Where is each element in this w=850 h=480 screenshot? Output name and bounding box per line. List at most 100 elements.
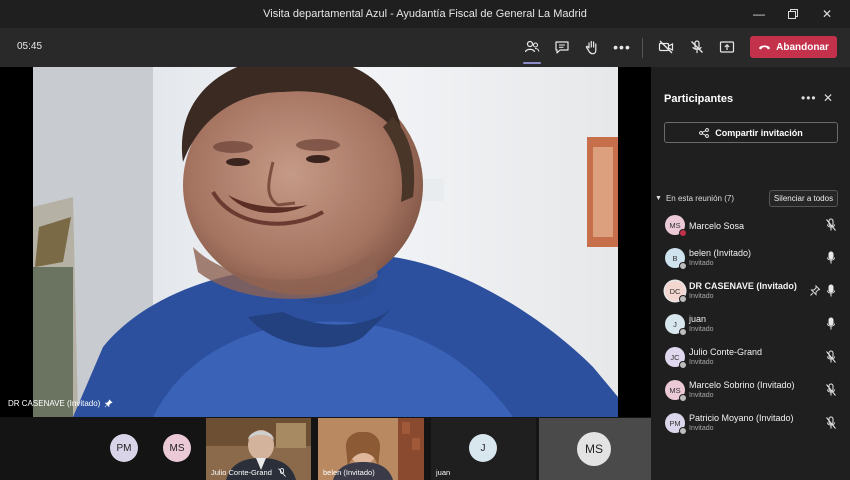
avatar: PM bbox=[665, 413, 687, 435]
mic-toggle-button[interactable] bbox=[684, 34, 710, 60]
avatar-initials: PM bbox=[669, 418, 681, 428]
participant-role: Invitado bbox=[689, 425, 714, 432]
speaker-name: DR CASENAVE (Invitado) bbox=[8, 399, 101, 408]
hand-icon bbox=[585, 40, 597, 55]
participant-name: Julio Conte-Grand bbox=[689, 347, 763, 357]
chat-icon bbox=[555, 41, 569, 54]
call-timer: 05:45 bbox=[17, 41, 43, 52]
participant-row[interactable]: Jjuan Invitado bbox=[651, 311, 850, 337]
tile-label: juan bbox=[436, 468, 451, 477]
participant-strip: PM MS Julio Conte-Grand belen (Invitado)… bbox=[0, 417, 651, 480]
more-actions-button[interactable]: ••• bbox=[609, 34, 635, 60]
video-tile-belen[interactable]: belen (Invitado) bbox=[318, 418, 424, 480]
camera-off-icon bbox=[658, 40, 674, 54]
more-icon: ••• bbox=[613, 39, 631, 55]
share-screen-button[interactable] bbox=[714, 34, 740, 60]
window-title: Visita departamental Azul - Ayudantía Fi… bbox=[263, 8, 587, 20]
mic-icon[interactable] bbox=[825, 317, 837, 331]
window-controls: — ✕ bbox=[742, 0, 844, 28]
panel-more-button[interactable]: ••• bbox=[801, 91, 817, 105]
pin-icon[interactable] bbox=[809, 284, 821, 298]
restore-button[interactable] bbox=[776, 0, 810, 28]
avatar: MS bbox=[665, 215, 687, 237]
tile-juan[interactable]: J juan bbox=[431, 418, 536, 480]
avatar-initials: JC bbox=[670, 352, 680, 362]
video-tile-julio[interactable]: Julio Conte-Grand bbox=[206, 418, 311, 480]
participant-row[interactable]: MS Marcelo Sobrino (Invitado) Invitado bbox=[651, 377, 850, 403]
avatar-initials: PM bbox=[116, 442, 132, 454]
participant-row[interactable]: MS Marcelo Sosa bbox=[651, 212, 850, 238]
raise-hand-button[interactable] bbox=[579, 34, 605, 60]
participant-name: belen (Invitado) bbox=[689, 248, 752, 258]
chat-button[interactable] bbox=[549, 34, 575, 60]
mic-off-icon[interactable] bbox=[825, 416, 837, 430]
avatar: J bbox=[469, 434, 497, 462]
participants-panel: Participantes ••• ✕ Compartir invitación… bbox=[651, 67, 850, 480]
share-invite-button[interactable]: Compartir invitación bbox=[664, 122, 838, 143]
avatar[interactable]: MS bbox=[163, 434, 191, 462]
presence-dot bbox=[679, 427, 687, 435]
minimize-button[interactable]: — bbox=[742, 0, 776, 28]
participant-row[interactable]: Bbelen (Invitado) Invitado bbox=[651, 245, 850, 271]
avatar-initials: MS bbox=[669, 385, 681, 395]
section-label: En esta reunión (7) bbox=[665, 194, 734, 203]
share-screen-icon bbox=[719, 41, 735, 53]
participant-name: Patricio Moyano (Invitado) bbox=[689, 413, 794, 423]
close-window-button[interactable]: ✕ bbox=[810, 0, 844, 28]
avatar-initials: MS bbox=[169, 442, 185, 454]
participant-name: Marcelo Sobrino (Invitado) bbox=[689, 380, 795, 390]
participant-role: Invitado bbox=[689, 359, 714, 366]
title-bar: Visita departamental Azul - Ayudantía Fi… bbox=[0, 0, 850, 28]
avatar[interactable]: PM bbox=[110, 434, 138, 462]
participant-role: Invitado bbox=[689, 293, 714, 300]
participant-row[interactable]: DC DR CASENAVE (Invitado) Invitado bbox=[651, 278, 850, 304]
speaker-video-frame bbox=[33, 67, 618, 417]
mic-icon[interactable] bbox=[825, 284, 837, 298]
speaker-name-tag: DR CASENAVE (Invitado) bbox=[8, 399, 113, 408]
panel-close-button[interactable]: ✕ bbox=[823, 91, 833, 105]
mic-off-icon[interactable] bbox=[825, 350, 837, 364]
participant-row[interactable]: JC Julio Conte-Grand Invitado bbox=[651, 344, 850, 370]
presence-dot bbox=[679, 229, 687, 237]
mic-off-icon bbox=[691, 40, 703, 53]
camera-toggle-button[interactable] bbox=[653, 34, 679, 60]
toolbar-divider bbox=[642, 38, 643, 58]
participant-name: Marcelo Sosa bbox=[689, 221, 745, 231]
avatar: J bbox=[665, 314, 687, 336]
avatar: B bbox=[665, 248, 687, 270]
tile-label: Julio Conte-Grand bbox=[211, 468, 272, 477]
hang-up-icon bbox=[759, 45, 771, 50]
mic-off-icon[interactable] bbox=[825, 383, 837, 397]
participant-role: Invitado bbox=[689, 392, 714, 399]
presence-dot bbox=[679, 361, 687, 369]
avatar-initials: J bbox=[480, 442, 486, 454]
panel-title: Participantes bbox=[664, 93, 734, 105]
mic-icon[interactable] bbox=[825, 251, 837, 265]
avatar-initials: B bbox=[672, 253, 678, 263]
presence-dot bbox=[679, 394, 687, 402]
leave-label: Abandonar bbox=[776, 41, 829, 53]
mute-all-button[interactable]: Silenciar a todos bbox=[769, 190, 838, 207]
tile-label: belen (Invitado) bbox=[323, 468, 375, 477]
share-invite-label: Compartir invitación bbox=[715, 127, 803, 138]
meeting-toolbar: 05:45 ••• Abandonar bbox=[0, 28, 850, 67]
presence-dot bbox=[679, 328, 687, 336]
presence-dot bbox=[679, 295, 687, 303]
speaker-video[interactable] bbox=[33, 67, 618, 417]
participants-button[interactable] bbox=[519, 34, 545, 64]
main-stage: DR CASENAVE (Invitado) bbox=[0, 67, 651, 417]
participant-role: Invitado bbox=[689, 260, 714, 267]
participant-row[interactable]: PM Patricio Moyano (Invitado) Invitado bbox=[651, 410, 850, 436]
participant-name: juan bbox=[689, 314, 707, 324]
people-icon bbox=[524, 40, 540, 53]
mute-all-label: Silenciar a todos bbox=[773, 194, 834, 203]
leave-button[interactable]: Abandonar bbox=[750, 36, 837, 58]
participant-name: DR CASENAVE (Invitado) bbox=[689, 281, 797, 291]
presence-dot bbox=[679, 262, 687, 270]
avatar-initials: MS bbox=[669, 220, 681, 230]
tile-self[interactable]: MS bbox=[539, 418, 651, 480]
in-meeting-section-toggle[interactable]: ▼ En esta reunión (7) bbox=[655, 194, 734, 203]
mic-off-icon[interactable] bbox=[825, 218, 837, 232]
pin-icon bbox=[105, 399, 113, 408]
teams-meeting-window: Visita departamental Azul - Ayudantía Fi… bbox=[0, 0, 850, 480]
